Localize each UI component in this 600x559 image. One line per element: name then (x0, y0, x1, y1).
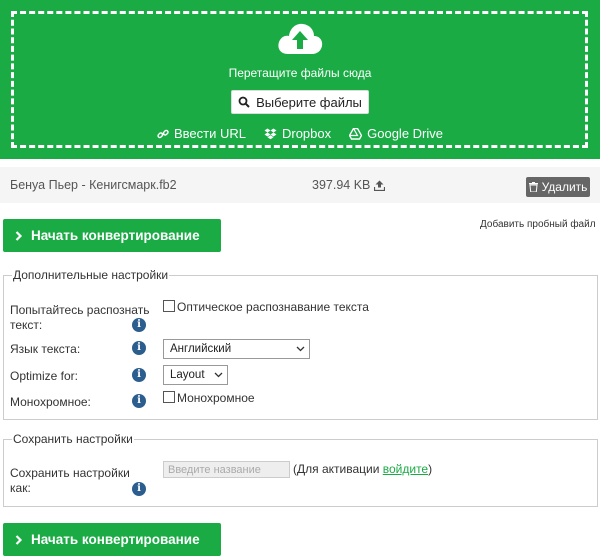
chevron-down-icon (214, 372, 223, 378)
file-name: Бенуа Пьер - Кенигсмарк.fb2 (10, 178, 177, 192)
monochrome-label: Монохромное: (10, 395, 91, 409)
google-drive-icon (349, 127, 363, 140)
activation-prefix: (Для активации (293, 462, 383, 476)
upload-icon (374, 180, 386, 191)
start-conversion-button-top[interactable]: Начать конвертирование (3, 219, 221, 252)
activation-note: (Для активации войдите) (293, 462, 432, 476)
file-row: Бенуа Пьер - Кенигсмарк.fb2 397.94 KB (0, 167, 600, 203)
info-icon[interactable]: i (132, 394, 146, 408)
language-select[interactable]: Английский (163, 339, 310, 359)
settings-name-placeholder: Введите название (168, 463, 261, 476)
cloud-upload-icon (278, 23, 323, 54)
file-size: 397.94 KB (312, 178, 386, 192)
info-icon[interactable]: i (132, 482, 146, 496)
settings-name-input[interactable]: Введите название (163, 461, 290, 478)
file-dropzone[interactable]: Перетащите файлы сюда Выберите файлы Вве… (0, 0, 600, 159)
optimize-label: Optimize for: (10, 369, 79, 383)
start-conversion-button-bottom[interactable]: Начать конвертирование (3, 523, 221, 556)
info-icon[interactable]: i (132, 318, 146, 332)
delete-label: Удалить (541, 180, 588, 194)
start-conversion-label: Начать конвертирование (31, 228, 200, 243)
activation-suffix: ) (428, 462, 433, 476)
start-conversion-label: Начать конвертирование (31, 532, 200, 547)
delete-file-button[interactable]: Удалить (526, 177, 590, 197)
file-size-value: 397.94 KB (312, 178, 371, 192)
search-icon (238, 96, 250, 108)
info-icon[interactable]: i (132, 368, 146, 382)
google-drive-link[interactable]: Google Drive (349, 126, 443, 141)
optimize-select[interactable]: Layout (163, 365, 228, 385)
dropzone-prompt: Перетащите файлы сюда (228, 66, 372, 80)
choose-files-label: Выберите файлы (256, 94, 362, 110)
chevron-down-icon (296, 346, 305, 352)
lang-label: Язык текста: (10, 342, 81, 356)
chevron-right-icon (15, 534, 23, 545)
google-drive-label: Google Drive (367, 126, 443, 141)
optimize-select-value: Layout (170, 369, 205, 381)
enter-url-label: Ввести URL (173, 126, 246, 141)
language-select-value: Английский (170, 343, 232, 355)
link-icon (157, 129, 169, 138)
monochrome-checkbox[interactable] (163, 391, 175, 403)
dropbox-link[interactable]: Dropbox (264, 126, 331, 141)
ocr-checkbox-label: Оптическое распознавание текста (177, 300, 369, 314)
advanced-settings-legend: Дополнительные настройки (12, 268, 170, 282)
dropbox-icon (264, 128, 277, 139)
source-links: Ввести URL Dropbox Google Drive (0, 126, 600, 141)
add-sample-file-link[interactable]: Добавить пробный файл (480, 219, 596, 230)
chevron-right-icon (15, 230, 23, 241)
info-icon[interactable]: i (132, 341, 146, 355)
enter-url-link[interactable]: Ввести URL (157, 126, 246, 141)
trash-icon (528, 182, 538, 192)
monochrome-checkbox-label: Монохромное (177, 391, 255, 405)
login-link[interactable]: войдите (383, 462, 428, 476)
save-settings-legend: Сохранить настройки (12, 432, 134, 446)
ocr-checkbox[interactable] (163, 300, 175, 312)
dropbox-label: Dropbox (281, 126, 332, 141)
choose-files-button[interactable]: Выберите файлы (231, 90, 369, 114)
save-settings-label: Сохранить настройки как: (10, 466, 130, 495)
